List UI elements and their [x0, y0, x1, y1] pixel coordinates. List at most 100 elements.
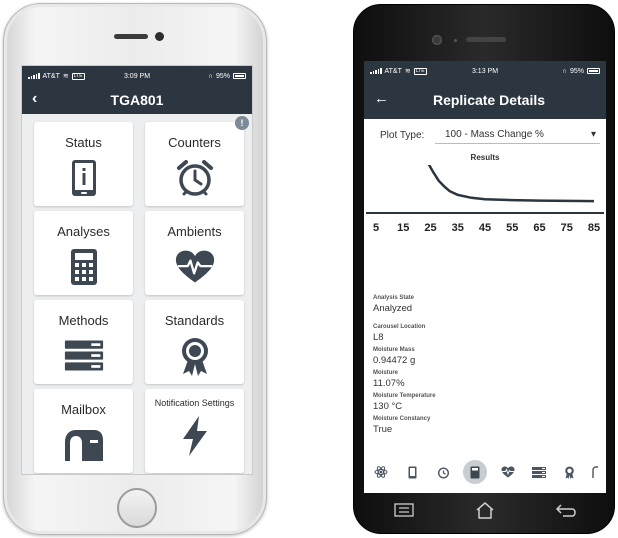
plot-type-row: Plot Type: 100 - Mass Change % ▾: [380, 127, 600, 144]
carrier-name: AT&T: [42, 72, 60, 80]
detail-analysis-state: Analysis State Analyzed: [373, 295, 597, 314]
recent-apps-button[interactable]: [389, 498, 419, 522]
status-bar: AT&T ≋ LTE 3:13 PM ∩ 95%: [364, 61, 606, 81]
series-line: [427, 165, 595, 203]
detail-value: 130 °C: [373, 401, 403, 412]
detail-label: Moisture Constancy: [373, 416, 431, 422]
x-tick-label: 5: [373, 222, 379, 234]
detail-value: Analyzed: [373, 303, 413, 314]
page-title: Replicate Details: [432, 92, 546, 108]
bottom-tab-bar: [364, 459, 606, 485]
nav-bar: ‹ TGA801: [22, 86, 252, 114]
detail-moisture-mass: Moisture Mass 0.94472 g: [373, 347, 597, 366]
alarm-clock-icon: [437, 466, 449, 479]
detail-value: True: [373, 424, 393, 435]
tab-atom[interactable]: [370, 461, 392, 483]
tab-methods[interactable]: [528, 461, 550, 483]
android-device: AT&T ≋ LTE 3:13 PM ∩ 95% ← Replicate Det…: [353, 4, 615, 534]
signal-icon: [28, 73, 40, 79]
front-camera: [155, 32, 164, 41]
battery-percent: 95%: [216, 72, 231, 80]
results-chart: 5 15 25 35 45 55 65 75 85: [366, 165, 604, 234]
iphone-device: AT&T ≋ LTE 3:09 PM ∩ 95% ‹ TGA801 Status: [3, 3, 267, 535]
sensor-dot: [454, 39, 457, 42]
clock: 3:09 PM: [123, 72, 151, 80]
tile-ambients[interactable]: Ambients: [145, 211, 244, 295]
tab-analyses[interactable]: [463, 460, 488, 484]
x-tick-label: 75: [561, 222, 573, 234]
detail-label: Moisture Mass: [373, 347, 415, 353]
plot-type-select[interactable]: 100 - Mass Change % ▾: [435, 127, 600, 144]
detail-label: Moisture: [373, 370, 399, 376]
detail-label: Carousel Location: [373, 324, 426, 330]
tile-label: Counters: [168, 135, 221, 150]
server-stack-icon: [531, 466, 546, 478]
x-tick-label: 85: [588, 222, 600, 234]
award-ribbon-icon: [565, 466, 575, 479]
info-badge[interactable]: !: [235, 116, 249, 130]
lightning-icon: [175, 416, 215, 456]
headphones-icon: ∩: [207, 72, 213, 80]
detail-value: 0.94472 g: [373, 355, 416, 366]
calculator-icon: [64, 247, 104, 287]
alarm-clock-icon: [175, 158, 215, 198]
x-tick-label: 15: [397, 222, 409, 234]
tile-status[interactable]: Status: [34, 122, 133, 206]
heart-pulse-icon: [175, 247, 215, 287]
network-type: LTE: [413, 67, 427, 75]
earpiece-speaker: [114, 34, 148, 39]
mailbox-icon: [592, 466, 598, 478]
tab-standards[interactable]: [559, 461, 581, 483]
android-screen: AT&T ≋ LTE 3:13 PM ∩ 95% ← Replicate Det…: [364, 61, 606, 493]
home-key-button[interactable]: [470, 498, 500, 522]
back-return-icon: [555, 504, 576, 517]
plot-type-value: 100 - Mass Change %: [445, 129, 544, 140]
atom-icon: [374, 466, 388, 478]
detail-moisture: Moisture 11.07%: [373, 370, 597, 389]
device-icon: [408, 466, 417, 478]
home-button[interactable]: [117, 488, 157, 528]
tile-label: Methods: [58, 313, 109, 328]
carrier-name: AT&T: [384, 67, 402, 75]
clock: 3:13 PM: [471, 67, 499, 75]
network-type: LTE: [71, 72, 85, 80]
tab-status[interactable]: [401, 461, 423, 483]
tile-analyses[interactable]: Analyses: [34, 211, 133, 295]
status-device-icon: [64, 158, 104, 198]
back-arrow-button[interactable]: ←: [374, 90, 389, 107]
status-bar: AT&T ≋ LTE 3:09 PM ∩ 95%: [22, 66, 252, 86]
tab-counters[interactable]: [432, 461, 454, 483]
details-list: Analysis State Analyzed Carousel Locatio…: [373, 295, 597, 439]
tile-label: Mailbox: [61, 402, 106, 417]
tile-grid: Status ! Counters Analyses Ambients Meth…: [34, 116, 249, 473]
headphones-icon: ∩: [561, 67, 567, 75]
plot-type-label: Plot Type:: [380, 130, 425, 141]
tab-mailbox[interactable]: [590, 461, 600, 483]
award-ribbon-icon: [175, 336, 215, 376]
back-button[interactable]: ‹: [32, 90, 37, 108]
server-stack-icon: [64, 336, 104, 376]
detail-value: 11.07%: [373, 378, 405, 389]
x-tick-label: 25: [424, 222, 436, 234]
tab-ambients[interactable]: [497, 461, 519, 483]
tile-methods[interactable]: Methods: [34, 300, 133, 384]
detail-value: L8: [373, 332, 384, 343]
front-camera: [432, 35, 442, 45]
nav-bar: ← Replicate Details: [364, 81, 606, 119]
x-tick-label: 35: [452, 222, 464, 234]
back-key-button[interactable]: [551, 498, 581, 522]
battery-icon: [587, 68, 601, 74]
wifi-icon: ≋: [62, 73, 69, 80]
x-tick-label: 55: [506, 222, 518, 234]
x-tick-label: 45: [479, 222, 491, 234]
tile-label: Status: [65, 135, 102, 150]
android-nav-keys: [364, 495, 606, 525]
chart-title: Results: [470, 153, 500, 162]
tile-standards[interactable]: Standards: [145, 300, 244, 384]
tile-counters[interactable]: ! Counters: [145, 116, 249, 206]
wifi-icon: ≋: [404, 68, 411, 75]
tile-notification-settings[interactable]: Notification Settings: [145, 389, 244, 473]
tile-mailbox[interactable]: Mailbox: [34, 389, 133, 473]
detail-label: Moisture Temperature: [373, 393, 436, 399]
home-icon: [476, 502, 494, 519]
